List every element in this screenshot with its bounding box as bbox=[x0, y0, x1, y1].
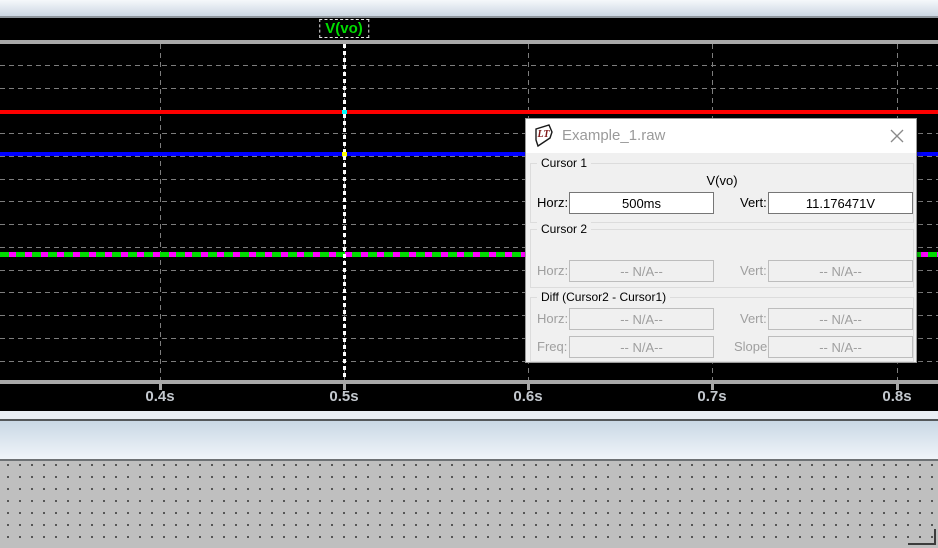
ltspice-window: V(vo) 0.4s 0.5s 0.6s 0.7s 0.8s LT Example_1.… bbox=[0, 0, 938, 548]
cursor-dialog[interactable]: LT Example_1.raw Cursor 1 V(vo) Horz: Ve… bbox=[525, 118, 917, 363]
cursor1-horz-input[interactable] bbox=[569, 192, 714, 214]
cursor1-vert-input[interactable] bbox=[768, 192, 913, 214]
v-gridline bbox=[160, 44, 161, 380]
cursor1-vert-label: Vert: bbox=[740, 192, 767, 214]
schematic-wire-corner bbox=[908, 543, 936, 545]
diff-group: Diff (Cursor2 - Cursor1) Horz: Vert: Fre… bbox=[530, 297, 914, 362]
diff-freq-input bbox=[569, 336, 714, 358]
h-gridline bbox=[0, 88, 938, 89]
schematic-header-band bbox=[0, 421, 938, 459]
diff-horz-label: Horz: bbox=[537, 308, 568, 330]
cursor2-horz-label: Horz: bbox=[537, 260, 568, 282]
cursor-red-crossing bbox=[342, 110, 347, 114]
x-axis-labels-strip: 0.4s 0.5s 0.6s 0.7s 0.8s bbox=[0, 384, 938, 411]
cursor1-trace-name: V(vo) bbox=[531, 173, 913, 188]
window-top-strip bbox=[0, 0, 938, 18]
diff-horz-input bbox=[569, 308, 714, 330]
cursor2-group-label: Cursor 2 bbox=[537, 222, 591, 236]
plot-title-strip: V(vo) bbox=[0, 18, 938, 40]
diff-group-label: Diff (Cursor2 - Cursor1) bbox=[537, 290, 670, 304]
close-icon[interactable] bbox=[888, 127, 906, 145]
diff-slope-input bbox=[768, 336, 913, 358]
cursor1-group-label: Cursor 1 bbox=[537, 156, 591, 170]
axis-tick-label: 0.8s bbox=[882, 388, 911, 405]
cursor2-group: Cursor 2 Horz: Vert: bbox=[530, 229, 914, 288]
axis-tick-label: 0.6s bbox=[513, 388, 542, 405]
diff-vert-label: Vert: bbox=[740, 308, 767, 330]
ltspice-logo-icon: LT bbox=[534, 124, 554, 151]
cursor1-horz-label: Horz: bbox=[537, 192, 568, 214]
h-gridline bbox=[0, 65, 938, 66]
cursor1-line[interactable] bbox=[343, 44, 346, 380]
diff-freq-label: Freq: bbox=[537, 336, 567, 358]
diff-vert-input bbox=[768, 308, 913, 330]
trace-red[interactable] bbox=[0, 110, 938, 114]
svg-text:LT: LT bbox=[537, 129, 551, 140]
cursor2-horz-input bbox=[569, 260, 714, 282]
cursor-dialog-titlebar[interactable]: LT Example_1.raw bbox=[526, 119, 916, 153]
axis-tick-label: 0.4s bbox=[145, 388, 174, 405]
cursor2-vert-input bbox=[768, 260, 913, 282]
schematic-editor-pane[interactable] bbox=[0, 461, 938, 548]
axis-tick-label: 0.5s bbox=[329, 388, 358, 405]
pane-separator-light bbox=[0, 411, 938, 419]
diff-slope-label: Slope: bbox=[734, 336, 771, 358]
cursor1-group: Cursor 1 V(vo) Horz: Vert: bbox=[530, 163, 914, 223]
trace-label-vvo[interactable]: V(vo) bbox=[319, 19, 369, 38]
axis-tick-label: 0.7s bbox=[697, 388, 726, 405]
cursor-dialog-title: Example_1.raw bbox=[562, 119, 665, 153]
cursor2-vert-label: Vert: bbox=[740, 260, 767, 282]
cursor-blue-crossing bbox=[342, 152, 347, 156]
